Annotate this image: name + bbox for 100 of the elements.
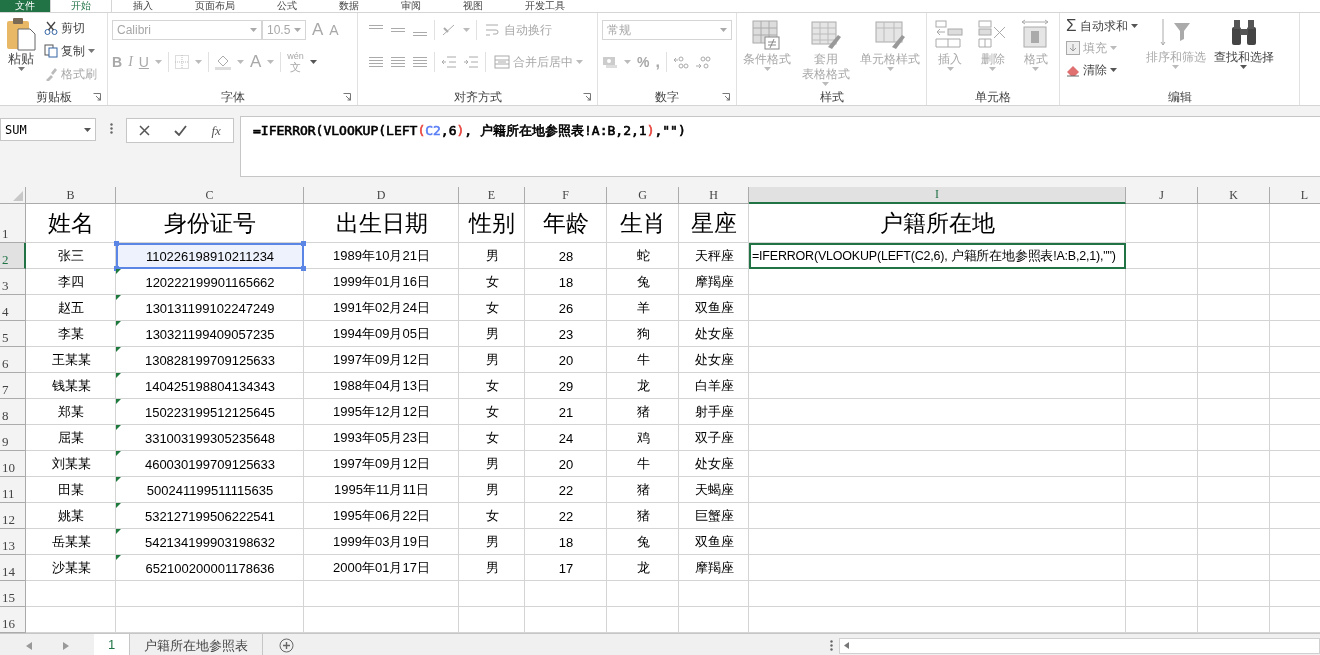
table-cell-text: 刘某某 [50,455,92,473]
row-header[interactable]: 7 [0,373,26,399]
scissors-icon [44,21,58,35]
table-cell-text: 屈某 [57,429,85,447]
caret-icon [1172,65,1179,69]
enter-button[interactable] [174,125,188,136]
column-header[interactable]: L [1270,187,1320,204]
error-indicator-icon [116,503,121,508]
table-cell-text: 女 [484,403,500,421]
table-cell-text: 1997年09月12日 [332,455,431,473]
row-header[interactable]: 4 [0,295,26,321]
caret-icon [763,67,771,71]
column-header[interactable]: G [607,187,679,204]
borders-icon [174,55,189,69]
ribbon-tab[interactable]: 公式 [256,0,318,12]
table-cell-text: 猪 [635,403,651,421]
table-cell-text: 21 [557,403,575,422]
caret-icon [720,28,727,32]
top-align-icon [368,25,384,29]
table-cell-text: 双鱼座 [693,533,735,551]
column-header[interactable]: D [304,187,459,204]
caret-icon [886,67,894,71]
caret-icon [17,67,25,71]
column-header[interactable]: J [1126,187,1198,204]
ribbon-tab[interactable]: 开发工具 [504,0,586,12]
group-label: 对齐方式 [453,88,502,106]
table-cell-text: 18 [557,533,575,552]
name-box[interactable]: SUM [0,118,96,141]
sheet-tab[interactable]: 1 [94,634,131,655]
row-header[interactable]: 16 [0,607,26,633]
clear-button[interactable]: 清除 [1064,59,1140,81]
cancel-button[interactable] [139,125,151,136]
caret-icon [294,28,301,32]
table-cell: 150223199512125645 [116,399,304,425]
ribbon-tab[interactable]: 审阅 [380,0,442,12]
table-cell-text: 姚某 [57,507,85,525]
table-cell-text: 男 [484,481,500,499]
ribbon-tab[interactable]: 文件 [0,0,50,12]
dialog-launcher-icon [93,93,101,101]
row-header[interactable]: 1 [0,204,26,243]
table-cell-text: 男 [484,247,500,265]
column-header[interactable]: I [749,187,1126,204]
table-cell-text: 1997年09月12日 [332,351,431,369]
ribbon-tab[interactable]: 视图 [442,0,504,12]
paste-button[interactable]: 粘贴 [4,17,38,89]
table-cell-text: 20 [557,351,575,370]
table-cell-text: 1995年06月22日 [332,507,431,525]
table-cell-text: 1991年02月24日 [332,299,431,317]
right-arrow-icon [62,641,69,650]
horizontal-scrollbar[interactable] [839,637,1320,654]
ribbon-tab[interactable]: 开始 [50,0,112,12]
ribbon-tab[interactable]: 页面布局 [174,0,256,12]
table-cell: 500241199511115635 [116,477,304,503]
column-header[interactable]: F [525,187,607,204]
conditional-format-icon [751,19,783,51]
table-cell-text: 摩羯座 [693,559,735,577]
cell-editor[interactable]: =IFERROR(VLOOKUP(LEFT(C2,6), 户籍所在地参照表!A:B,2,1),"") [749,243,1126,269]
autosum-button[interactable]: Σ 自动求和 [1064,15,1140,37]
column-title: 户籍所在地 [879,209,996,238]
find-select-button[interactable]: 查找和选择 [1211,15,1276,89]
row-header[interactable]: 2 [0,243,26,269]
row-header[interactable]: 8 [0,399,26,425]
table-cell-text: 兔 [635,273,651,291]
fill-down-icon [1066,41,1080,55]
insert-function-button[interactable]: fx [211,122,221,139]
row-header[interactable]: 14 [0,555,26,581]
caret-icon [88,49,95,53]
copy-button[interactable]: 复制 [42,40,99,62]
column-header[interactable]: H [679,187,749,204]
ribbon-tab[interactable]: 插入 [112,0,174,12]
table-cell-text: 猪 [635,481,651,499]
table-cell-text: 沙某某 [50,559,92,577]
ribbon-tab[interactable]: 数据 [318,0,380,12]
caret-icon [624,60,631,64]
row-header[interactable]: 9 [0,425,26,451]
table-cell-text: 牛 [635,455,651,473]
caret-icon [989,67,997,71]
table-cell-text: 男 [484,455,500,473]
error-indicator-icon [116,555,121,560]
row-header[interactable]: 13 [0,529,26,555]
row-header[interactable]: 12 [0,503,26,529]
currency-icon [602,55,618,69]
add-sheet-button[interactable] [279,638,295,653]
table-cell-text: 1989年10月21日 [332,247,431,265]
table-cell: 130131199102247249 [116,295,304,321]
group-label: 剪贴板 [35,88,72,106]
table-cell-text: 天蝎座 [693,481,735,499]
cut-button[interactable]: 剪切 [42,17,99,39]
row-header[interactable]: 3 [0,269,26,295]
row-header[interactable]: 15 [0,581,26,607]
column-header[interactable]: E [459,187,525,204]
row-header[interactable]: 11 [0,477,26,503]
formula-input[interactable]: =IFERROR(VLOOKUP(LEFT(C2,6), 户籍所在地参照表!A:B,2,1),"") [240,116,1320,177]
row-header[interactable]: 10 [0,451,26,477]
row-header[interactable]: 5 [0,321,26,347]
row-header[interactable]: 6 [0,347,26,373]
column-header[interactable]: C [116,187,304,204]
column-header[interactable]: K [1198,187,1270,204]
caret-icon [822,82,829,86]
column-header[interactable]: B [26,187,116,204]
